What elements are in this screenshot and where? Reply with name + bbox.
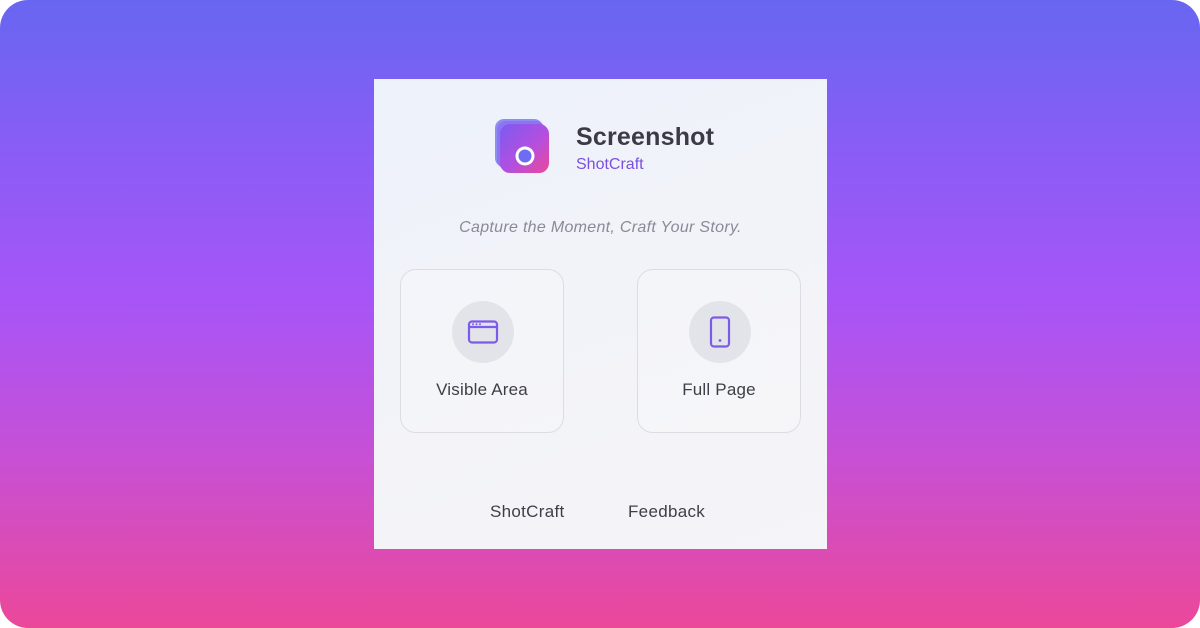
- app-subtitle: ShotCraft: [576, 156, 644, 173]
- tagline: Capture the Moment, Craft Your Story.: [459, 219, 742, 236]
- visible-area-label: Visible Area: [436, 380, 528, 399]
- full-page-label: Full Page: [682, 380, 756, 399]
- brand-header: Screenshot ShotCraft: [374, 119, 827, 179]
- shotcraft-link[interactable]: ShotCraft: [490, 502, 565, 522]
- feedback-link[interactable]: Feedback: [628, 502, 705, 522]
- app-logo-icon: [495, 119, 550, 174]
- app-title: Screenshot: [576, 123, 715, 151]
- background-gradient: Screenshot ShotCraft Capture the Moment,…: [0, 0, 1200, 628]
- extension-popup: Screenshot ShotCraft Capture the Moment,…: [374, 79, 827, 549]
- full-page-button[interactable]: Full Page: [637, 269, 801, 433]
- visible-area-icon-circle: [452, 301, 514, 363]
- full-page-icon-circle: [689, 301, 751, 363]
- visible-area-button[interactable]: Visible Area: [400, 269, 564, 433]
